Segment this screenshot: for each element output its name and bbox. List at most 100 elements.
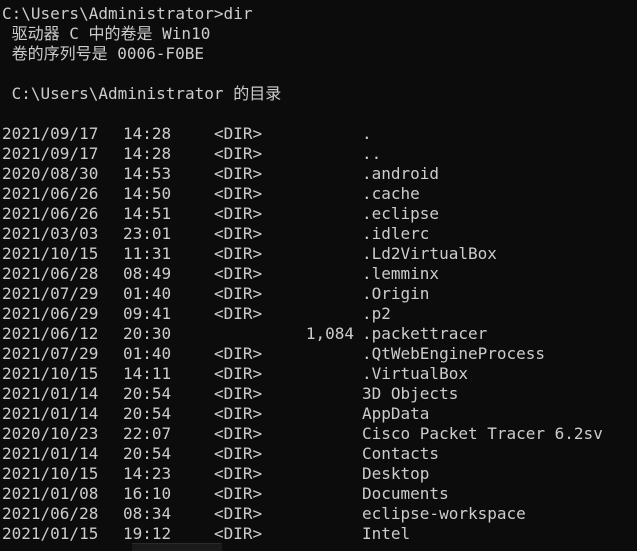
entry-time: 11:31 — [123, 244, 172, 263]
entry-time: 08:49 — [123, 264, 172, 283]
entry-time: 23:01 — [123, 224, 172, 243]
entry-date: 2021/06/26 — [2, 184, 99, 203]
volume-label-line: 驱动器 C 中的卷是 Win10 — [2, 24, 211, 43]
entry-size — [234, 184, 354, 204]
entry-size — [234, 444, 354, 464]
entry-name: Desktop — [362, 464, 430, 483]
entry-date: 2021/06/28 — [2, 504, 99, 523]
entry-name: .Ld2VirtualBox — [362, 244, 497, 263]
list-item: 2021/06/26 14:51 <DIR> .eclipse — [2, 204, 632, 224]
entry-size — [234, 524, 354, 544]
entry-name: Contacts — [362, 444, 440, 463]
entry-time: 09:41 — [123, 304, 172, 323]
entry-date: 2020/10/23 — [2, 424, 99, 443]
entry-size — [234, 284, 354, 304]
entry-name: Documents — [362, 484, 449, 503]
entry-date: 2021/06/28 — [2, 264, 99, 283]
list-item: 2021/06/29 09:41 <DIR> .p2 — [2, 304, 632, 324]
entry-date: 2021/01/14 — [2, 444, 99, 463]
entry-date: 2020/08/30 — [2, 164, 99, 183]
entry-date: 2021/01/14 — [2, 384, 99, 403]
list-item: 2021/07/29 01:40 <DIR> .Origin — [2, 284, 632, 304]
entry-date: 2021/06/29 — [2, 304, 99, 323]
entry-time: 20:54 — [123, 444, 172, 463]
entry-date: 2021/03/03 — [2, 224, 99, 243]
entry-date: 2021/07/29 — [2, 284, 99, 303]
entry-name: 3D Objects — [362, 384, 459, 403]
entry-name: .VirtualBox — [362, 364, 468, 383]
entry-size — [234, 504, 354, 524]
list-item: 2021/07/29 01:40 <DIR> .QtWebEngineProcess — [2, 344, 632, 364]
entry-date: 2021/01/08 — [2, 484, 99, 503]
list-item: 2021/03/03 23:01 <DIR> .idlerc — [2, 224, 632, 244]
entry-time: 14:23 — [123, 464, 172, 483]
background-window-sliver — [132, 543, 222, 551]
list-item: 2021/10/15 14:11 <DIR> .VirtualBox — [2, 364, 632, 384]
entry-name: .QtWebEngineProcess — [362, 344, 546, 363]
entry-time: 14:28 — [123, 124, 172, 143]
prompt-command-line: C:\Users\Administrator>dir — [2, 4, 253, 23]
list-item: 2021/01/08 16:10 <DIR> Documents — [2, 484, 632, 504]
entry-time: 14:11 — [123, 364, 172, 383]
entry-size: 1,084 — [305, 324, 354, 343]
entry-date: 2021/06/26 — [2, 204, 99, 223]
entry-name: .lemminx — [362, 264, 440, 283]
entry-time: 14:50 — [123, 184, 172, 203]
entry-size — [234, 304, 354, 324]
entry-time: 14:28 — [123, 144, 172, 163]
list-item: 2021/10/15 14:23 <DIR> Desktop — [2, 464, 632, 484]
console-output[interactable]: C:\Users\Administrator>dir 驱动器 C 中的卷是 Wi… — [0, 0, 637, 551]
entry-date: 2021/10/15 — [2, 244, 99, 263]
list-item: 2021/10/15 11:31 <DIR> .Ld2VirtualBox — [2, 244, 632, 264]
list-item: 2021/01/14 20:54 <DIR> Contacts — [2, 444, 632, 464]
list-item: 2020/08/30 14:53 <DIR> .android — [2, 164, 632, 184]
entry-date: 2021/10/15 — [2, 364, 99, 383]
entry-name: .Origin — [362, 284, 430, 303]
entry-name: Intel — [362, 524, 411, 543]
list-item: 2021/01/14 20:54 <DIR> AppData — [2, 404, 632, 424]
entry-time: 01:40 — [123, 284, 172, 303]
entry-size — [234, 344, 354, 364]
list-item: 2021/09/17 14:28 <DIR>.. — [2, 144, 632, 164]
entry-date: 2021/07/29 — [2, 344, 99, 363]
entry-date: 2021/06/12 — [2, 324, 99, 343]
entry-date: 2021/09/17 — [2, 144, 99, 163]
list-item: 2020/10/23 22:07 <DIR> Cisco Packet Tracer … — [2, 424, 632, 444]
entry-time: 16:10 — [123, 484, 172, 503]
list-item: 2021/06/12 20:30 1,084 .packettracer — [2, 324, 632, 344]
list-item: 2021/01/15 19:12 <DIR> Intel — [2, 524, 632, 544]
entry-size — [234, 224, 354, 244]
entry-time: 01:40 — [123, 344, 172, 363]
entry-size — [234, 244, 354, 264]
entry-size — [234, 404, 354, 424]
entry-size — [234, 364, 354, 384]
entry-time: 20:54 — [123, 404, 172, 423]
entry-name: .cache — [362, 184, 420, 203]
entry-time: 19:12 — [123, 524, 172, 543]
list-item: 2021/06/28 08:34 <DIR> eclipse-workspace — [2, 504, 632, 524]
entry-time: 22:07 — [123, 424, 172, 443]
list-item: 2021/06/28 08:49 <DIR> .lemminx — [2, 264, 632, 284]
entry-size — [234, 144, 354, 164]
entry-time: 08:34 — [123, 504, 172, 523]
entry-size — [234, 384, 354, 404]
entry-name: .eclipse — [362, 204, 440, 223]
list-item: 2021/09/17 14:28 <DIR>. — [2, 124, 632, 144]
entry-name: .. — [362, 144, 382, 163]
entry-size — [234, 424, 354, 444]
volume-serial-line: 卷的序列号是 0006-F0BE — [2, 44, 204, 63]
entry-size — [234, 124, 354, 144]
list-item: 2021/06/26 14:50 <DIR> .cache — [2, 184, 632, 204]
entry-name: Cisco Packet Tracer 6.2sv — [362, 424, 603, 443]
list-item: 2021/01/14 20:54 <DIR> 3D Objects — [2, 384, 632, 404]
entry-time: 14:53 — [123, 164, 172, 183]
entry-name: AppData — [362, 404, 430, 423]
entry-time: 14:51 — [123, 204, 172, 223]
entry-time: 20:54 — [123, 384, 172, 403]
entry-name: .p2 — [362, 304, 391, 323]
entry-date: 2021/10/15 — [2, 464, 99, 483]
entry-size — [234, 204, 354, 224]
entry-name: .packettracer — [362, 324, 488, 343]
entry-date: 2021/09/17 — [2, 124, 99, 143]
entry-name: . — [362, 124, 372, 143]
